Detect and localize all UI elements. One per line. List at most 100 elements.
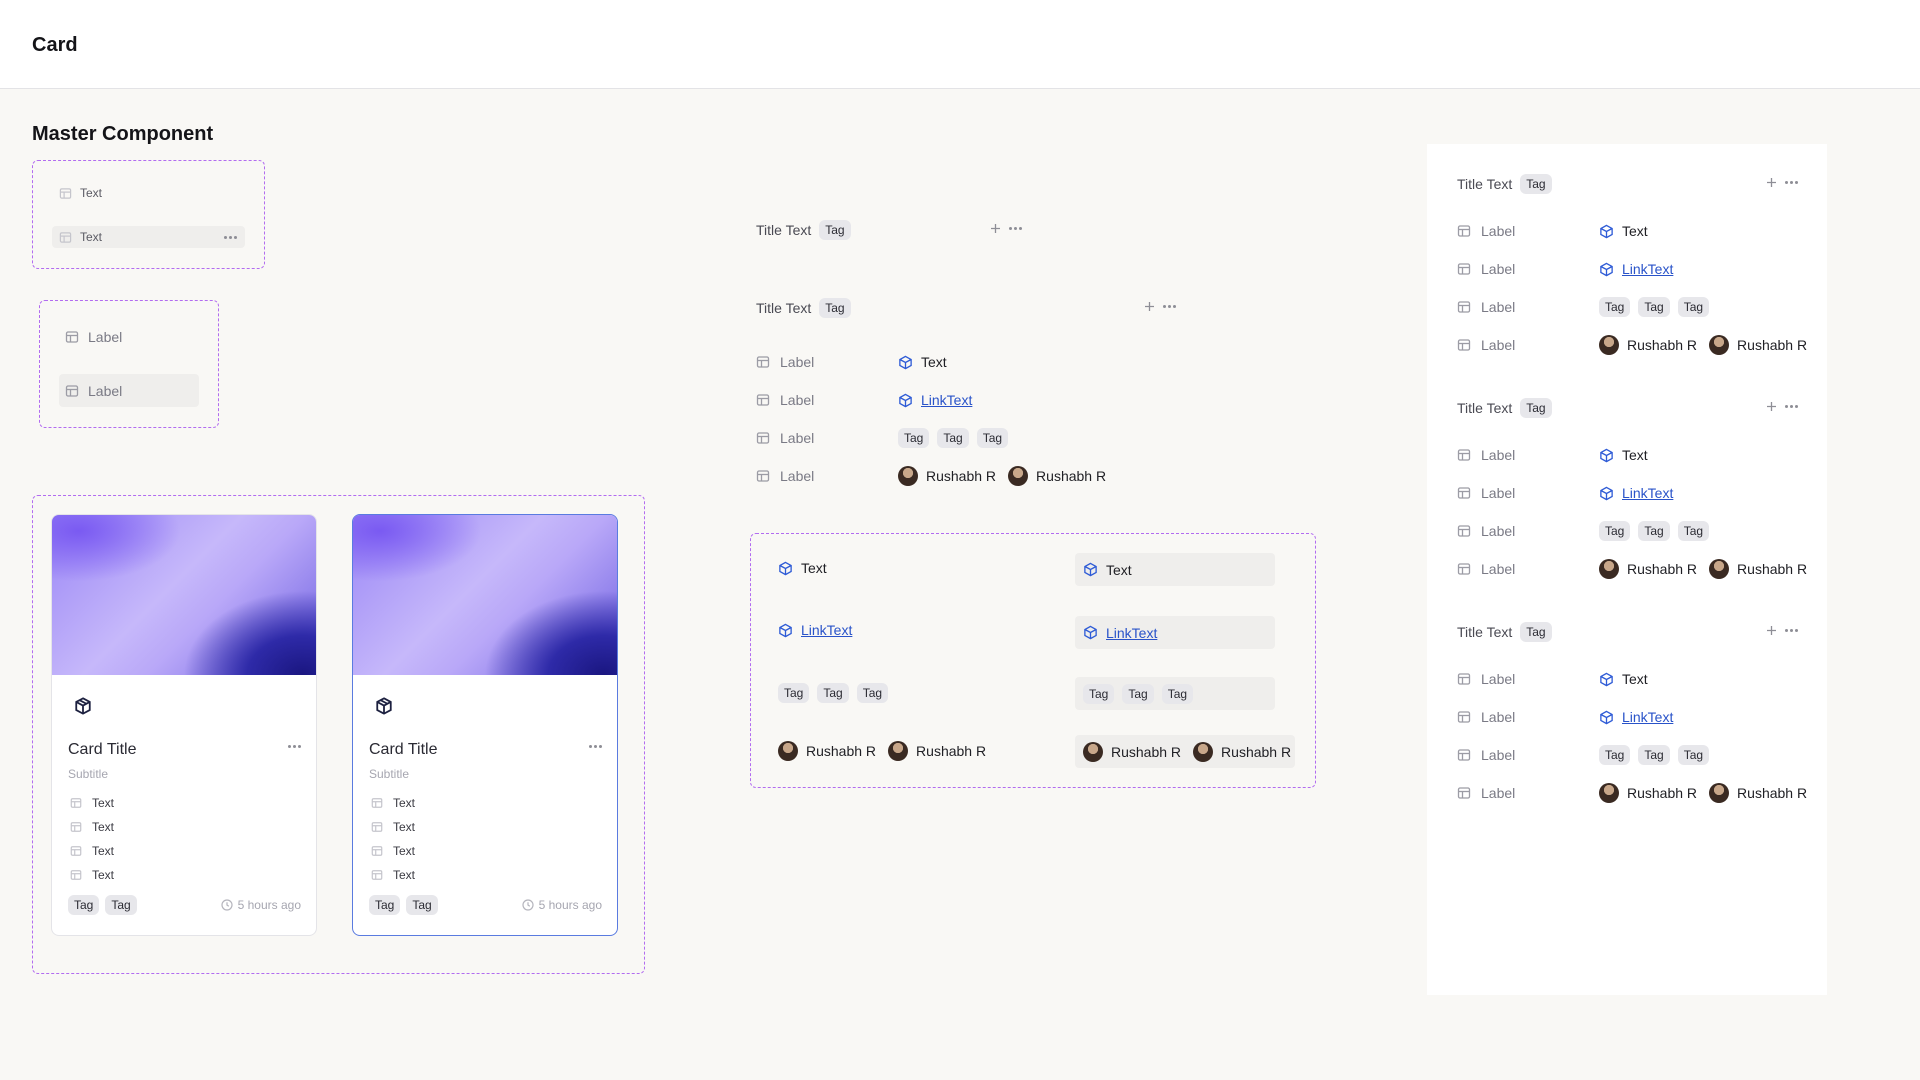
tag[interactable]: Tag — [1638, 297, 1670, 317]
property-row[interactable]: Label Text — [1457, 436, 1817, 474]
tag[interactable]: Tag — [976, 428, 1009, 448]
more-icon[interactable] — [1163, 305, 1176, 308]
property-row[interactable]: Label LinkText — [1457, 698, 1817, 736]
property-row[interactable]: Label Rushabh R Rushabh R — [1457, 774, 1817, 812]
property-row[interactable]: Label Rushabh R Rushabh R — [756, 457, 1176, 495]
property-row[interactable]: Label Tag Tag Tag — [1457, 512, 1817, 550]
person-chip[interactable]: Rushabh R — [1083, 741, 1182, 762]
value-text-default[interactable]: Text — [778, 560, 827, 576]
avatar — [778, 741, 798, 761]
property-row[interactable]: Label Tag Tag Tag — [1457, 736, 1817, 774]
tag[interactable]: Tag — [369, 895, 401, 915]
text-item-variants — [32, 160, 265, 269]
more-icon[interactable] — [1009, 227, 1022, 230]
label-item-default[interactable]: Label — [59, 326, 199, 348]
tag[interactable]: Tag — [1520, 622, 1552, 642]
property-link[interactable]: LinkText — [1622, 709, 1673, 725]
person-chip[interactable]: Rushabh R — [898, 466, 996, 486]
person-chip[interactable]: Rushabh R — [1709, 783, 1807, 803]
value-link[interactable]: LinkText — [1106, 625, 1157, 641]
tag[interactable]: Tag — [68, 895, 100, 915]
person-chip[interactable]: Rushabh R — [1599, 783, 1697, 803]
table-icon — [1457, 710, 1471, 724]
property-row[interactable]: Label LinkText — [756, 381, 1176, 419]
value-link-default[interactable]: LinkText — [778, 622, 852, 638]
property-row[interactable]: Label Text — [1457, 660, 1817, 698]
tag[interactable]: Tag — [819, 220, 851, 240]
more-icon[interactable] — [288, 745, 301, 748]
property-row[interactable]: Label Rushabh R Rushabh R — [1457, 550, 1817, 588]
property-row[interactable]: Label Text — [1457, 212, 1817, 250]
property-link[interactable]: LinkText — [1622, 261, 1673, 277]
property-group-rows: Label Text Label LinkText Label Tag Tag … — [756, 343, 1176, 495]
value-link[interactable]: LinkText — [801, 622, 852, 638]
property-row[interactable]: Label Rushabh R Rushabh R — [1457, 326, 1817, 364]
value-text-hover[interactable]: Text — [1075, 553, 1275, 586]
text-item-default[interactable]: Text — [52, 182, 245, 204]
more-icon[interactable] — [1785, 405, 1798, 408]
person-chip[interactable]: Rushabh R — [1709, 559, 1807, 579]
value-people-hover[interactable]: Rushabh R Rushabh R — [1075, 735, 1295, 768]
tag[interactable]: Tag — [1599, 745, 1631, 765]
tag[interactable]: Tag — [1122, 683, 1154, 704]
more-icon[interactable] — [1785, 181, 1798, 184]
person-chip[interactable]: Rushabh R — [1709, 335, 1807, 355]
tag[interactable]: Tag — [1638, 745, 1670, 765]
plus-icon[interactable] — [990, 223, 1001, 234]
title-row: Title Text Tag — [756, 220, 851, 240]
tag[interactable]: Tag — [898, 428, 930, 448]
more-icon[interactable] — [1785, 629, 1798, 632]
person-chip[interactable]: Rushabh R — [1599, 559, 1697, 579]
tag[interactable]: Tag — [1677, 745, 1710, 765]
more-icon[interactable] — [224, 235, 237, 239]
plus-icon[interactable] — [1766, 177, 1777, 188]
card-selected[interactable]: Card Title Subtitle Text Text Text Text … — [352, 514, 618, 936]
card-line: Text — [70, 796, 114, 810]
tag[interactable]: Tag — [105, 895, 137, 915]
label-item-hover[interactable]: Label — [59, 374, 199, 407]
table-icon — [70, 869, 82, 881]
person-chip[interactable]: Rushabh R — [1008, 466, 1106, 486]
plus-icon[interactable] — [1766, 401, 1777, 412]
tag[interactable]: Tag — [819, 298, 851, 318]
text-item-hover[interactable]: Text — [52, 226, 245, 248]
tag[interactable]: Tag — [1161, 683, 1194, 704]
property-label: Label — [780, 392, 815, 408]
tag[interactable]: Tag — [817, 683, 849, 703]
property-row[interactable]: Label Tag Tag Tag — [756, 419, 1176, 457]
property-row[interactable]: Label LinkText — [1457, 250, 1817, 288]
tag[interactable]: Tag — [1599, 297, 1631, 317]
property-link[interactable]: LinkText — [921, 392, 972, 408]
card-timestamp: 5 hours ago — [237, 898, 301, 912]
tag[interactable]: Tag — [1677, 521, 1710, 541]
property-row[interactable]: Label Tag Tag Tag — [1457, 288, 1817, 326]
tag[interactable]: Tag — [406, 895, 438, 915]
property-link[interactable]: LinkText — [1622, 485, 1673, 501]
avatar — [888, 741, 909, 761]
property-label: Label — [1481, 709, 1516, 725]
tag[interactable]: Tag — [856, 683, 889, 703]
person-chip[interactable]: Rushabh R — [1599, 335, 1697, 355]
person-name: Rushabh R — [1111, 743, 1182, 760]
tag[interactable]: Tag — [1599, 521, 1631, 541]
plus-icon[interactable] — [1766, 625, 1777, 636]
more-icon[interactable] — [589, 745, 602, 748]
plus-icon[interactable] — [1144, 301, 1155, 312]
tag[interactable]: Tag — [1520, 398, 1552, 418]
value-tags-hover[interactable]: Tag Tag Tag — [1075, 677, 1275, 710]
person-chip[interactable]: Rushabh R — [888, 741, 986, 761]
tag[interactable]: Tag — [778, 683, 810, 703]
tag[interactable]: Tag — [1677, 297, 1710, 317]
tag[interactable]: Tag — [1083, 683, 1115, 704]
value-link-hover[interactable]: LinkText — [1075, 616, 1275, 649]
person-chip[interactable]: Rushabh R — [1193, 741, 1291, 762]
card-default[interactable]: Card Title Subtitle Text Text Text Text … — [51, 514, 317, 936]
property-row[interactable]: Label Text — [756, 343, 1176, 381]
property-label: Label — [780, 354, 815, 370]
tag[interactable]: Tag — [1520, 174, 1552, 194]
tag[interactable]: Tag — [937, 428, 969, 448]
tag[interactable]: Tag — [1638, 521, 1670, 541]
card-line: Text — [70, 868, 114, 882]
person-chip[interactable]: Rushabh R — [778, 741, 876, 761]
property-row[interactable]: Label LinkText — [1457, 474, 1817, 512]
